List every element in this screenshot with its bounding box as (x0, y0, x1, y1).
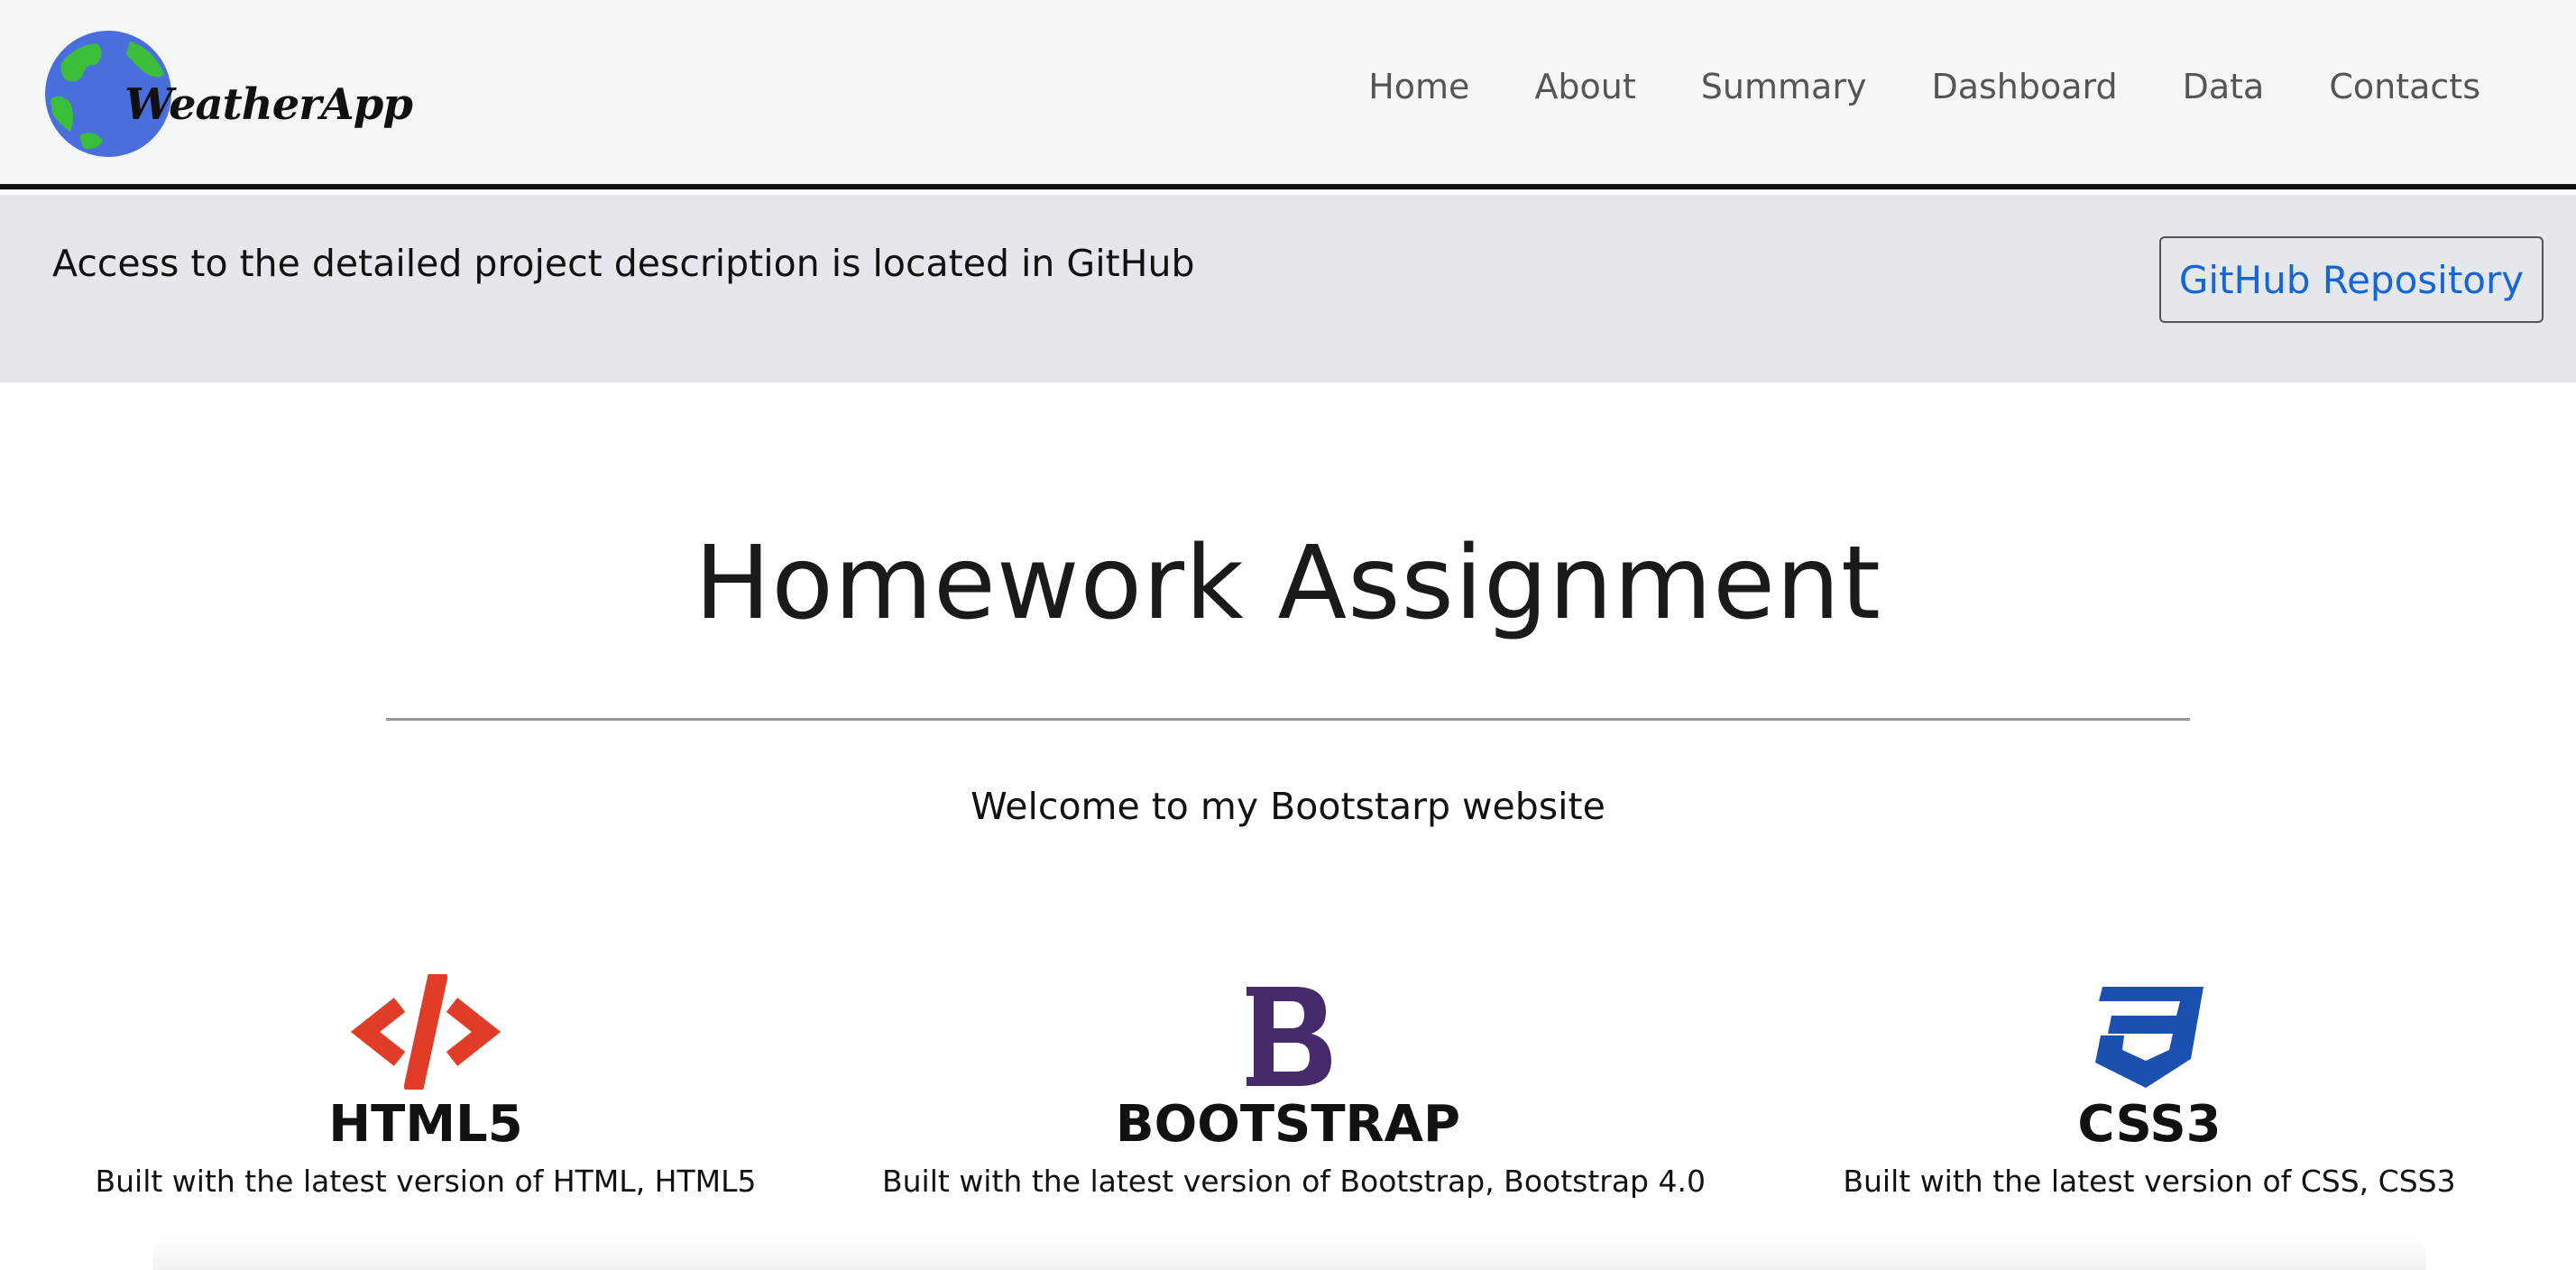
html5-code-icon (350, 974, 501, 1090)
divider (386, 718, 2190, 721)
banner-text: Access to the detailed project descripti… (52, 242, 1195, 285)
nav-link-dashboard[interactable]: Dashboard (1931, 67, 2117, 106)
feature-description: Built with the latest version of CSS, CS… (1843, 1164, 2456, 1199)
bootstrap-b-icon (1247, 987, 1331, 1086)
nav-link-about[interactable]: About (1534, 67, 1635, 106)
feature-html5: HTML5 Built with the latest version of H… (20, 974, 832, 1199)
carousel-shadow (153, 1236, 2426, 1270)
subtitle: Welcome to my Bootstarp website (971, 785, 1605, 828)
page-title: Homework Assignment (695, 525, 1881, 642)
nav-link-summary[interactable]: Summary (1701, 67, 1867, 106)
feature-name: CSS3 (2077, 1095, 2222, 1154)
navbar: WeatherApp Home About Summary Dashboard … (0, 0, 2576, 189)
nav-links: Home About Summary Dashboard Data Contac… (1303, 67, 2480, 106)
github-banner: Access to the detailed project descripti… (0, 195, 2576, 382)
brand-name: WeatherApp (124, 79, 413, 130)
feature-description: Built with the latest version of HTML, H… (95, 1164, 757, 1199)
brand-logo[interactable]: WeatherApp (43, 27, 413, 161)
css3-shield-icon (2095, 987, 2203, 1088)
feature-name: HTML5 (328, 1095, 523, 1154)
feature-description: Built with the latest version of Bootstr… (882, 1164, 1706, 1199)
feature-name: BOOTSTRAP (1115, 1095, 1461, 1154)
github-repository-button[interactable]: GitHub Repository (2159, 236, 2544, 323)
nav-link-data[interactable]: Data (2183, 67, 2265, 106)
nav-link-contacts[interactable]: Contacts (2329, 67, 2480, 106)
nav-link-home[interactable]: Home (1368, 67, 1469, 106)
feature-bootstrap: BOOTSTRAP Built with the latest version … (882, 974, 1706, 1199)
feature-css3: CSS3 Built with the latest version of CS… (1743, 974, 2555, 1199)
